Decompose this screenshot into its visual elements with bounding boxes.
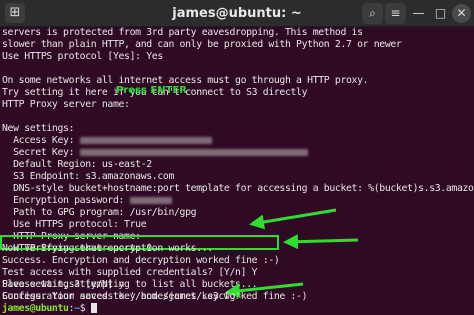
terminal-line: Configuration saved to '/home/james/.s3c…: [2, 291, 241, 302]
terminal-line: Now verifying that encryption works...: [2, 243, 213, 254]
terminal-line: Success. Encryption and decryption worke…: [2, 255, 280, 266]
terminal-line: Save settings? [y/N] y: [2, 279, 125, 290]
arrow-test-access: [249, 208, 337, 230]
arrow-success: [283, 234, 359, 250]
